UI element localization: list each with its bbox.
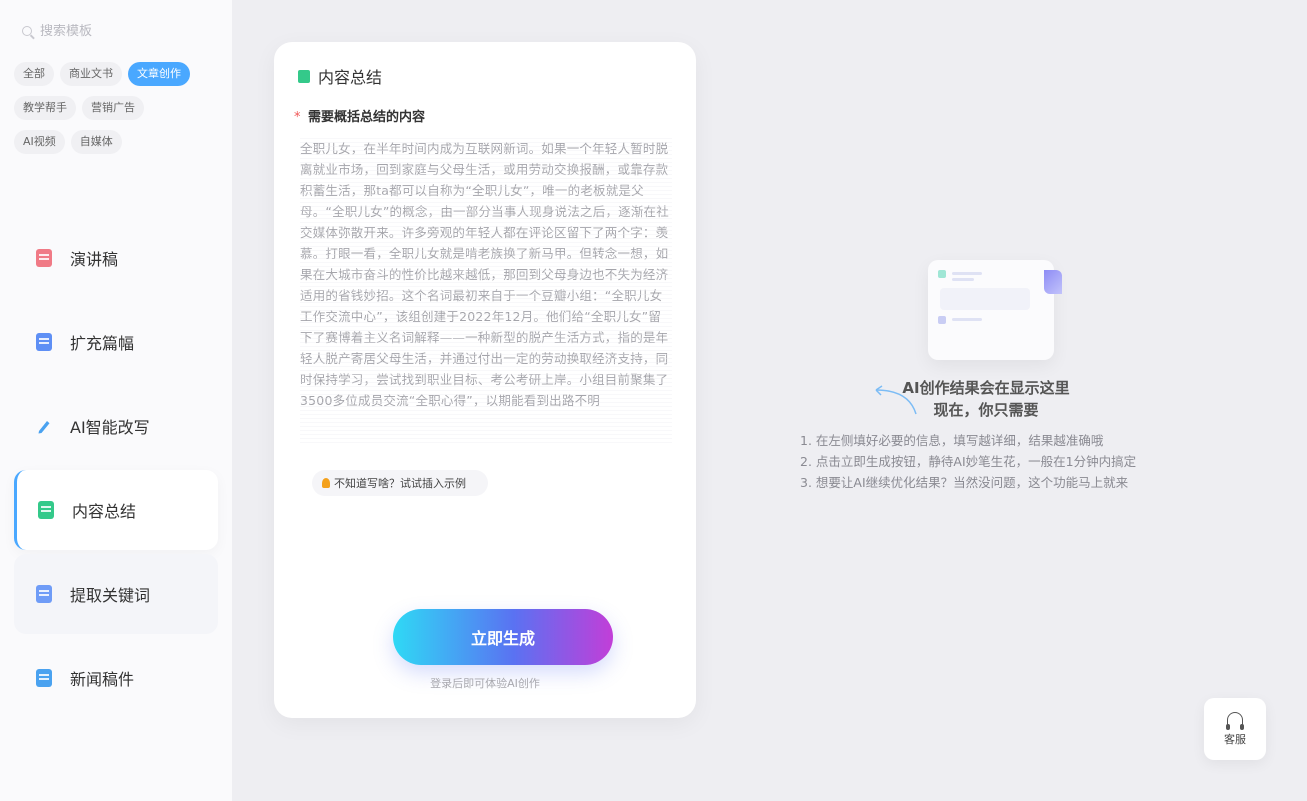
menu-item-label: 提取关键词 [70, 586, 151, 605]
required-mark: * [294, 110, 301, 125]
generate-button[interactable]: 立即生成 [393, 609, 613, 665]
chip-all[interactable]: 全部 [14, 62, 54, 86]
chip-row: 全部 商业文书 文章创作 [14, 62, 224, 86]
result-area: AI创作结果会在显示这里 现在，你只需要 1. 在左侧填好必要的信息，填写越详细… [706, 42, 1266, 718]
template-search[interactable] [22, 20, 212, 42]
summary-doc-icon [298, 69, 310, 83]
chip-business-docs[interactable]: 商业文书 [60, 62, 122, 86]
search-input[interactable] [40, 23, 190, 39]
result-placeholder-subtitle: 现在，你只需要 [933, 401, 1039, 419]
menu-item-label: AI智能改写 [70, 418, 150, 437]
expand-doc-icon [36, 333, 52, 351]
menu-item-keywords[interactable]: 提取关键词 [14, 554, 218, 634]
step-item: 3. 想要让AI继续优化结果？当然没问题，这个功能马上就来 [800, 475, 1129, 490]
menu-item-label: 演讲稿 [70, 250, 119, 269]
editor-panel: 内容总结 * 需要概括总结的内容 全职儿女，在半年时间内成为互联网新词。如果一个… [274, 42, 696, 718]
menu-item-ai-rewrite[interactable]: AI智能改写 [14, 386, 218, 466]
news-doc-icon [36, 669, 52, 687]
menu-item-label: 内容总结 [72, 502, 137, 521]
keyword-doc-icon [36, 585, 52, 603]
chip-marketing[interactable]: 营销广告 [82, 96, 144, 120]
document-illustration-icon [928, 260, 1062, 360]
chip-row: AI视频 自媒体 [14, 130, 224, 154]
customer-service-label: 客服 [1224, 732, 1246, 746]
category-chips: 全部 商业文书 文章创作 教学帮手 营销广告 AI视频 自媒体 [14, 62, 224, 164]
insert-example-button[interactable]: 不知道写啥？试试插入示例 [312, 470, 488, 496]
search-icon [22, 26, 32, 36]
menu-item-summary[interactable]: 内容总结 [14, 470, 218, 550]
chip-ai-video[interactable]: AI视频 [14, 130, 65, 154]
result-placeholder-title: AI创作结果会在显示这里 [902, 379, 1070, 397]
menu-item-expand[interactable]: 扩充篇幅 [14, 302, 218, 382]
content-textarea[interactable]: 全职儿女，在半年时间内成为互联网新词。如果一个年轻人暂时脱离就业市场，回到家庭与… [300, 138, 672, 443]
menu-item-label: 新闻稿件 [70, 670, 135, 689]
chip-teaching[interactable]: 教学帮手 [14, 96, 76, 120]
speech-doc-icon [36, 249, 52, 267]
menu-item-news[interactable]: 新闻稿件 [14, 638, 218, 718]
menu-item-speech[interactable]: 演讲稿 [14, 218, 218, 298]
hint-text: 不知道写啥？试试插入示例 [334, 477, 466, 490]
panel-title: 内容总结 [298, 64, 382, 88]
step-item: 1. 在左侧填好必要的信息，填写越详细，结果越准确哦 [800, 433, 1104, 448]
step-item: 2. 点击立即生成按钮，静待AI妙笔生花，一般在1分钟内搞定 [800, 454, 1137, 469]
result-steps: 1. 在左侧填好必要的信息，填写越详细，结果越准确哦 2. 点击立即生成按钮，静… [800, 430, 1136, 493]
menu-item-label: 扩充篇幅 [70, 334, 135, 353]
sidebar: 全部 商业文书 文章创作 教学帮手 营销广告 AI视频 自媒体 演讲稿 扩充篇幅 [0, 0, 232, 801]
field-label: * 需要概括总结的内容 [294, 106, 425, 125]
pen-icon [36, 417, 52, 435]
panel-title-text: 内容总结 [318, 68, 383, 87]
chip-self-media[interactable]: 自媒体 [70, 130, 122, 154]
headset-icon [1226, 711, 1244, 730]
chip-article-writing[interactable]: 文章创作 [128, 62, 190, 86]
summary-doc-icon [38, 501, 54, 519]
chip-row: 教学帮手 营销广告 [14, 96, 224, 120]
customer-service-button[interactable]: 客服 [1204, 698, 1266, 760]
field-label-text: 需要概括总结的内容 [308, 110, 426, 125]
lightbulb-icon [322, 478, 330, 488]
login-note: 登录后即可体验AI创作 [430, 677, 540, 690]
template-menu: 演讲稿 扩充篇幅 AI智能改写 内容总结 提取关键词 新闻稿件 [14, 218, 218, 722]
